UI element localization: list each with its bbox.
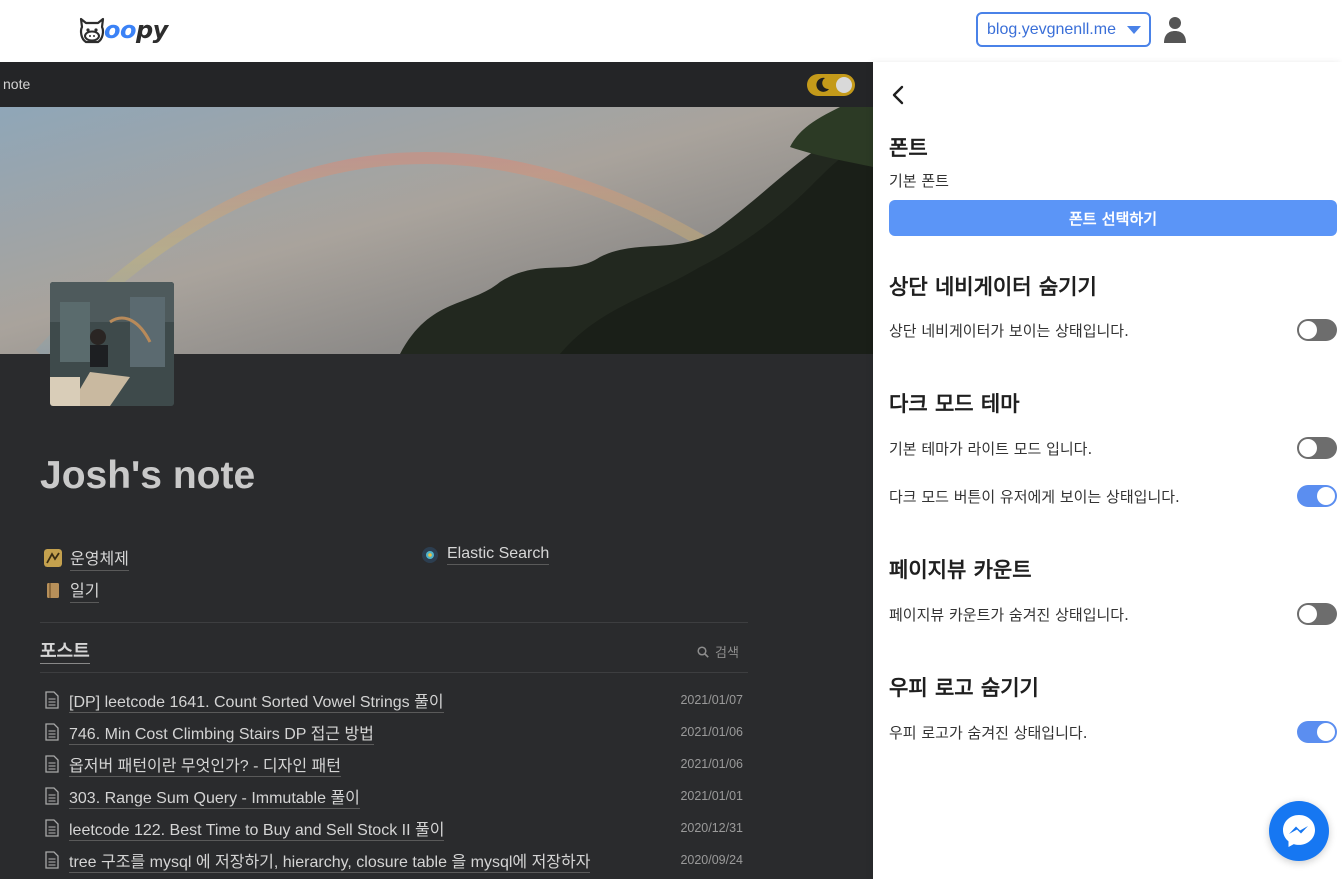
nav-visible-label: 상단 네비게이터가 보이는 상태입니다. [889,322,1129,340]
chevron-left-icon[interactable] [889,84,907,106]
font-section-title: 폰트 [889,136,928,160]
moon-icon [816,77,829,92]
folder-emoji-icon [44,549,62,567]
caret-down-icon [1127,26,1141,34]
document-icon [45,819,59,837]
page-title: Josh's note [40,454,256,497]
post-title: tree 구조를 mysql 에 저장하기, hierarchy, closur… [69,848,591,873]
toggle-knob [1317,487,1335,505]
pageview-hidden-label: 페이지뷰 카운트가 숨겨진 상태입니다. [889,606,1129,624]
link-elastic-search[interactable]: Elastic Search [421,545,550,565]
pageview-toggle[interactable] [1297,603,1337,625]
post-row[interactable]: [DP] leetcode 1641. Count Sorted Vowel S… [40,684,748,716]
default-theme-toggle[interactable] [1297,437,1337,459]
messenger-chat-button[interactable] [1269,801,1329,861]
divider [40,622,748,623]
default-theme-label: 기본 테마가 라이트 모드 입니다. [889,440,1093,458]
logo-hide-toggle[interactable] [1297,721,1337,743]
document-icon [45,851,59,869]
site-select-value: blog.yevgnenll.me [987,20,1116,38]
cow-logo-icon [79,17,105,44]
post-title: 옵저버 패턴이란 무엇인가? - 디자인 패턴 [69,752,341,777]
toggle-knob [1317,723,1335,741]
logo-wordmark: oopy [104,16,168,44]
nav-section-title: 상단 네비게이터 숨기기 [889,275,1097,299]
post-row[interactable]: 303. Range Sum Query - Immutable 풀이 2021… [40,780,748,812]
toggle-knob [836,77,852,93]
post-date: 2021/01/07 [680,693,743,707]
toggle-knob [1299,439,1317,457]
dark-button-visible-label: 다크 모드 버튼이 유저에게 보이는 상태입니다. [889,488,1180,506]
post-date: 2021/01/06 [680,757,743,771]
post-title: leetcode 122. Best Time to Buy and Sell … [69,816,445,841]
breadcrumb[interactable]: note [3,76,30,92]
post-list: [DP] leetcode 1641. Count Sorted Vowel S… [40,684,748,876]
nav-hide-toggle[interactable] [1297,319,1337,341]
logo-hidden-label: 우피 로고가 숨겨진 상태입니다. [889,724,1088,742]
search-icon [697,645,709,658]
post-date: 2021/01/01 [680,789,743,803]
select-font-button[interactable]: 폰트 선택하기 [889,200,1337,236]
posts-heading: 포스트 [40,637,90,664]
page-avatar [50,282,174,406]
post-title: 746. Min Cost Climbing Stairs DP 접근 방법 [69,720,374,745]
dark-section-title: 다크 모드 테마 [889,392,1020,416]
post-date: 2021/01/06 [680,725,743,739]
toggle-knob [1299,321,1317,339]
document-icon [45,755,59,773]
link-diary[interactable]: 일기 [44,577,100,603]
site-select[interactable]: blog.yevgnenll.me [976,12,1151,47]
post-row[interactable]: 746. Min Cost Climbing Stairs DP 접근 방법 2… [40,716,748,748]
user-icon[interactable] [1163,16,1187,44]
logo-section-title: 우피 로고 숨기기 [889,676,1039,700]
document-icon [45,691,59,709]
post-row[interactable]: 옵저버 패턴이란 무엇인가? - 디자인 패턴 2021/01/06 [40,748,748,780]
post-date: 2020/12/31 [680,821,743,835]
document-icon [45,723,59,741]
link-operating-system[interactable]: 운영체제 [44,545,129,571]
post-row[interactable]: leetcode 122. Best Time to Buy and Sell … [40,812,748,844]
posts-search[interactable]: 검색 [697,642,739,661]
elastic-icon [422,547,438,563]
diary-emoji-icon [47,583,59,598]
post-row[interactable]: tree 구조를 mysql 에 저장하기, hierarchy, closur… [40,844,748,876]
divider [40,672,748,673]
notion-page: note Josh's note 운영체제 Elastic Search 일기 … [0,62,873,879]
toggle-knob [1299,605,1317,623]
pageview-section-title: 페이지뷰 카운트 [889,558,1032,582]
post-title: 303. Range Sum Query - Immutable 풀이 [69,784,360,809]
post-title: [DP] leetcode 1641. Count Sorted Vowel S… [69,688,444,713]
top-bar: oopy blog.yevgnenll.me [0,0,1342,62]
settings-panel: 폰트 기본 폰트 폰트 선택하기 상단 네비게이터 숨기기 상단 네비게이터가 … [873,62,1342,879]
post-date: 2020/09/24 [680,853,743,867]
messenger-icon [1283,815,1315,847]
document-icon [45,787,59,805]
page-header: note [0,62,873,107]
dark-button-toggle[interactable] [1297,485,1337,507]
dark-mode-toggle[interactable] [807,74,855,96]
current-font-label: 기본 폰트 [889,172,949,190]
oopy-logo[interactable]: oopy [78,14,168,46]
